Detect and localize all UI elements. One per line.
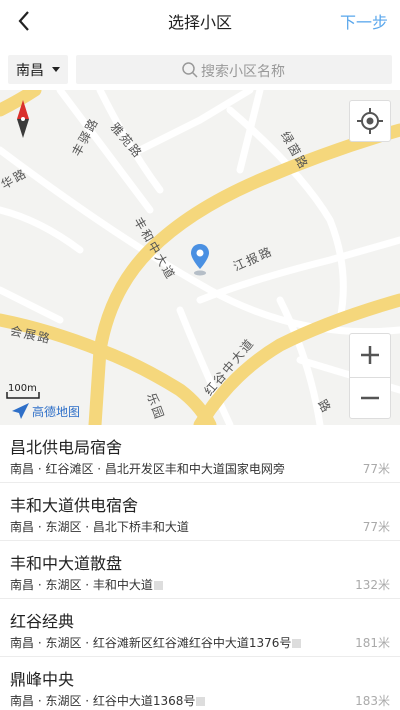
community-address: 南昌 · 红谷滩区 · 昌北开发区丰和中大道国家电网旁 [10,462,285,476]
crosshair-icon [357,108,383,134]
amap-logo-icon [12,403,29,419]
image-placeholder-icon [196,697,206,706]
city-selector[interactable]: 南昌 [8,55,68,84]
list-item[interactable]: 丰和大道供电宿舍 南昌 · 东湖区 · 昌北下桥丰和大道 77米 [0,483,400,541]
search-icon [182,62,198,78]
zoom-controls [349,333,391,419]
caret-down-icon [52,67,60,72]
location-pin-icon [191,244,209,276]
scale-label: 100m [8,383,37,394]
list-item[interactable]: 昌北供电局宿舍 南昌 · 红谷滩区 · 昌北开发区丰和中大道国家电网旁 77米 [0,425,400,483]
community-address: 南昌 · 东湖区 · 丰和中大道 [10,578,153,592]
community-name: 鼎峰中央 [10,670,75,689]
search-bar: 南昌 搜索小区名称 [0,50,400,90]
search-placeholder: 搜索小区名称 [201,64,285,80]
community-list: 昌北供电局宿舍 南昌 · 红谷滩区 · 昌北开发区丰和中大道国家电网旁 77米 … [0,425,400,710]
list-item[interactable]: 鼎峰中央 南昌 · 东湖区 · 红谷中大道1368号 183米 [0,657,400,710]
community-address: 南昌 · 东湖区 · 红谷滩新区红谷滩红谷中大道1376号 [10,636,292,650]
minus-icon [361,396,379,400]
map-provider-logo: 高德地图 [32,405,81,419]
community-address: 南昌 · 东湖区 · 昌北下桥丰和大道 [10,520,189,534]
plus-icon [361,346,379,364]
community-address-row: 南昌 · 东湖区 · 丰和中大道 [10,576,163,593]
community-distance: 183米 [355,694,390,708]
community-address-row: 南昌 · 东湖区 · 红谷滩新区红谷滩红谷中大道1376号 [10,634,302,651]
community-name: 丰和中大道散盘 [10,554,123,573]
city-label: 南昌 [16,63,44,79]
community-address: 南昌 · 东湖区 · 红谷中大道1368号 [10,694,196,708]
top-bar: 选择小区 下一步 [0,0,400,44]
locate-button[interactable] [349,100,391,142]
community-name: 丰和大道供电宿舍 [10,496,139,515]
next-step-button[interactable]: 下一步 [340,9,388,33]
community-name: 红谷经典 [10,612,75,631]
community-distance: 132米 [355,578,390,592]
community-distance: 77米 [362,520,390,534]
image-placeholder-icon [292,639,302,648]
compass-icon [17,100,29,138]
list-item[interactable]: 丰和中大道散盘 南昌 · 东湖区 · 丰和中大道 132米 [0,541,400,599]
image-placeholder-icon [153,581,163,590]
community-distance: 77米 [362,462,390,476]
map-view[interactable]: 丰驿路 雅苑路 绿茵路 丰和中大道 江报路 会展路 红谷中大道 华路 路 乐园 [0,90,400,425]
community-address-row: 南昌 · 东湖区 · 红谷中大道1368号 [10,692,206,709]
community-distance: 181米 [355,636,390,650]
list-item[interactable]: 红谷经典 南昌 · 东湖区 · 红谷滩新区红谷滩红谷中大道1376号 181米 [0,599,400,657]
community-name: 昌北供电局宿舍 [10,438,123,457]
zoom-out-button[interactable] [350,377,390,419]
zoom-in-button[interactable] [350,334,390,376]
